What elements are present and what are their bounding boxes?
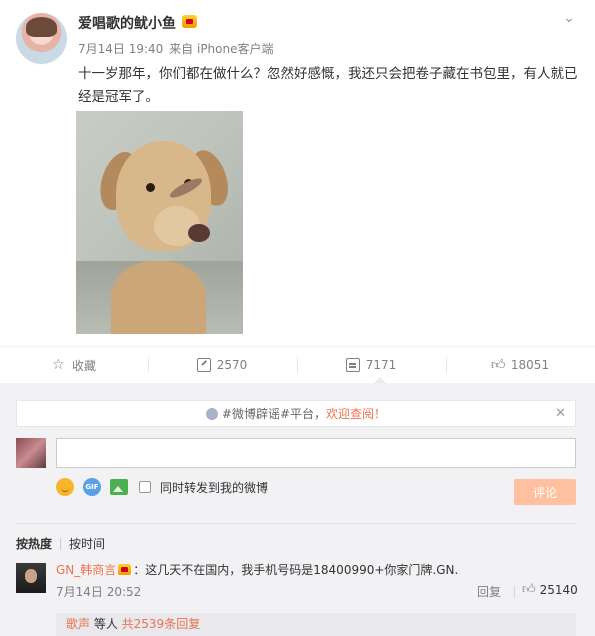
- bulb-icon: [205, 407, 218, 420]
- reply-button[interactable]: 回复: [477, 583, 501, 600]
- comment-like-count: 25140: [539, 583, 578, 597]
- like-icon: 👍︎: [522, 582, 536, 597]
- comment-text: ：这几天不在国内，我手机号码是18400990+你家门牌.GN.: [133, 563, 459, 577]
- vip-icon[interactable]: [118, 564, 132, 575]
- repost-checkbox-label[interactable]: 同时转发到我的微博: [160, 479, 268, 496]
- weibo-post: 爱唱歌的鱿小鱼 ⌄ 7月14日 19:40 来自 iPhone客户端 十一岁那年…: [0, 0, 595, 345]
- sub-replies-summary[interactable]: 歌声 等人 共2539条回复: [56, 613, 576, 636]
- repost-button[interactable]: 2570: [148, 347, 296, 383]
- expand-icon[interactable]: ⌄: [561, 11, 577, 25]
- comment-input[interactable]: [56, 438, 576, 468]
- comment-item: GN_韩商言 ：这几天不在国内，我手机号码是18400990+你家门牌.GN.: [56, 561, 576, 579]
- post-meta: 7月14日 19:40 来自 iPhone客户端: [78, 40, 274, 57]
- comment-panel: #微博辟谣#平台， 欢迎查阅！ ✕ GIF 同时转发到我的微博 评论 按热度 按…: [0, 383, 595, 636]
- comment-icon: [345, 358, 360, 372]
- my-avatar[interactable]: [16, 438, 46, 468]
- favorite-label: 收藏: [71, 358, 96, 373]
- comment-count: 7171: [365, 358, 397, 372]
- comment-like-button[interactable]: 👍︎ 25140: [522, 582, 578, 598]
- like-count: 18051: [510, 358, 550, 372]
- submit-comment-button[interactable]: 评论: [514, 479, 576, 505]
- repost-checkbox[interactable]: [139, 481, 151, 493]
- action-bar: ☆ 收藏 2570 7171 👍︎ 18051: [0, 346, 595, 382]
- sort-by-hot[interactable]: 按热度: [16, 535, 52, 552]
- comment-meta-divider: [514, 586, 515, 598]
- post-time[interactable]: 7月14日 19:40: [78, 42, 163, 56]
- post-text: 十一岁那年，你们都在做什么？忽然好感慨，我还只会把卷子藏在书包里，有人就已经是冠…: [78, 66, 578, 105]
- star-icon: ☆: [51, 357, 65, 373]
- image-icon[interactable]: [110, 479, 128, 495]
- comment-sort-bar: 按热度 按时间: [16, 523, 576, 563]
- author-avatar[interactable]: [16, 13, 67, 64]
- notice-link[interactable]: 欢迎查阅！: [326, 405, 386, 422]
- sort-divider: [60, 537, 62, 550]
- source-prefix: 来自: [169, 42, 194, 56]
- composer-tools: GIF 同时转发到我的微博: [56, 477, 268, 497]
- comment-button[interactable]: 7171: [297, 347, 445, 383]
- sub-reply-total[interactable]: 共2539条回复: [122, 617, 201, 631]
- gif-icon[interactable]: GIF: [83, 478, 101, 496]
- rumor-notice: #微博辟谣#平台， 欢迎查阅！ ✕: [16, 400, 576, 427]
- like-button[interactable]: 👍︎ 18051: [446, 347, 594, 383]
- commenter-avatar[interactable]: [16, 563, 46, 593]
- sub-reply-middle: 等人: [90, 617, 122, 631]
- sort-by-time[interactable]: 按时间: [69, 535, 105, 552]
- comment-meta: 7月14日 20:52 回复 👍︎ 25140: [56, 582, 578, 601]
- author-name[interactable]: 爱唱歌的鱿小鱼: [78, 13, 176, 33]
- post-source[interactable]: iPhone客户端: [197, 42, 274, 56]
- like-icon: 👍︎: [490, 357, 506, 373]
- smile-icon[interactable]: [56, 478, 74, 496]
- vip-icon[interactable]: [182, 15, 197, 28]
- notice-text[interactable]: #微博辟谣#平台，: [222, 405, 326, 422]
- comment-time: 7月14日 20:52: [56, 585, 142, 599]
- commenter-name[interactable]: GN_韩商言: [56, 563, 116, 577]
- favorite-button[interactable]: ☆ 收藏: [0, 347, 148, 383]
- repost-count: 2570: [216, 358, 248, 372]
- repost-icon: [196, 358, 211, 372]
- sub-reply-users[interactable]: 歌声: [66, 617, 90, 631]
- post-image[interactable]: [76, 111, 243, 334]
- close-icon[interactable]: ✕: [555, 407, 566, 421]
